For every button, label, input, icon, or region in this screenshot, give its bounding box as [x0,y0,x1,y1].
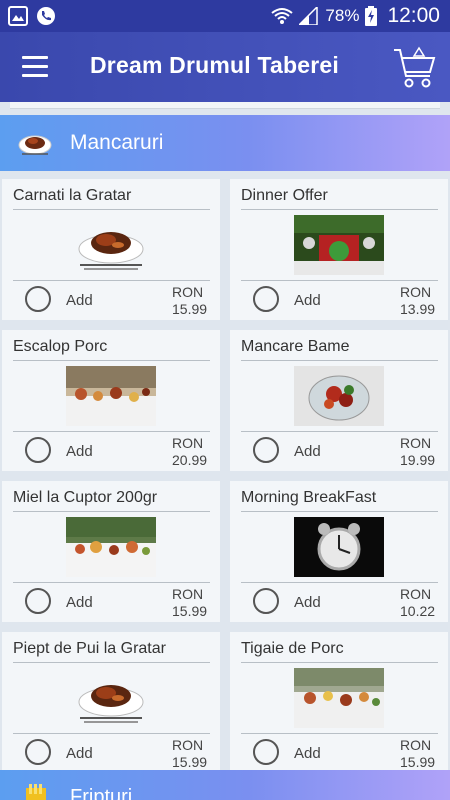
alarm-clock-image[interactable] [294,517,384,577]
select-checkbox[interactable] [253,437,279,463]
add-label[interactable]: Add [66,594,93,611]
product-name: Tigaie de Porc [241,640,438,663]
add-label[interactable]: Add [66,292,93,309]
category-header[interactable]: Fripturi [0,770,450,800]
product-name: Miel la Cuptor 200gr [13,489,210,512]
currency-label: RON [172,586,204,602]
product-grid: Carnati la Gratar Add RON 15.99 Dinner O… [0,171,450,773]
category-title: Fripturi [70,786,133,800]
phone-icon [37,7,55,25]
product-name: Dinner Offer [241,187,438,210]
product-card: Carnati la Gratar Add RON 15.99 [2,179,220,320]
currency-label: RON [172,284,204,300]
plate-icon [18,135,52,155]
product-card: Morning BreakFast Add RON 10.22 [230,481,448,622]
buffet-image[interactable] [294,668,384,728]
app-title: Dream Drumul Taberei [90,52,339,78]
select-checkbox[interactable] [253,286,279,312]
currency-label: RON [172,435,204,451]
select-checkbox[interactable] [253,588,279,614]
price-value: 20.99 [172,452,208,468]
product-card: Mancare Bame Add RON 19.99 [230,330,448,471]
battery-charging-icon [365,6,378,26]
wifi-icon [271,8,294,24]
add-label[interactable]: Add [66,745,93,762]
product-card: Piept de Pui la Gratar Add RON 15.99 [2,632,220,773]
add-label[interactable]: Add [66,443,93,460]
add-label[interactable]: Add [294,745,321,762]
notification-icons [8,6,56,26]
select-checkbox[interactable] [25,286,51,312]
price-value: 19.99 [400,452,436,468]
price-value: 13.99 [400,301,436,317]
select-checkbox[interactable] [25,739,51,765]
price-value: 15.99 [172,301,208,317]
menu-list[interactable]: Mancaruri Carnati la Gratar Add RON 15.9… [0,102,450,800]
select-checkbox[interactable] [25,437,51,463]
product-card: Escalop Porc Add RON 20.99 [2,330,220,471]
signal-icon [299,7,319,25]
price-value: 10.22 [400,603,436,619]
category-header[interactable]: Mancaruri [0,115,450,171]
price-value: 15.99 [400,754,436,770]
buffet-image[interactable] [66,366,156,426]
add-label[interactable]: Add [294,443,321,460]
currency-label: RON [400,284,432,300]
fries-icon [26,784,46,800]
restaurant-photo-image[interactable] [294,215,384,275]
app-toolbar: Dream Drumul Taberei [0,32,450,102]
previous-section-edge [10,102,440,109]
currency-label: RON [400,586,432,602]
currency-label: RON [400,737,432,753]
product-card: Tigaie de Porc Add RON 15.99 [230,632,448,773]
add-label[interactable]: Add [294,594,321,611]
plate-image[interactable] [66,215,156,275]
product-name: Morning BreakFast [241,489,438,512]
shopping-cart-icon[interactable] [392,44,436,90]
price-value: 15.99 [172,754,208,770]
gallery-icon [8,6,28,26]
product-name: Carnati la Gratar [13,187,210,210]
clock: 12:00 [387,4,440,27]
status-bar: 78% 12:00 [0,0,450,32]
product-card: Dinner Offer Add RON 13.99 [230,179,448,320]
select-checkbox[interactable] [253,739,279,765]
price-value: 15.99 [172,603,208,619]
product-card: Miel la Cuptor 200gr Add RON 15.99 [2,481,220,622]
add-label[interactable]: Add [294,292,321,309]
battery-percent: 78% [325,6,360,25]
plate-image[interactable] [66,668,156,728]
product-name: Escalop Porc [13,338,210,361]
category-title: Mancaruri [70,131,164,154]
currency-label: RON [172,737,204,753]
currency-label: RON [400,435,432,451]
menu-icon[interactable] [22,56,48,78]
buffet-image[interactable] [66,517,156,577]
select-checkbox[interactable] [25,588,51,614]
product-name: Piept de Pui la Gratar [13,640,210,663]
salad-bowl-image[interactable] [294,366,384,426]
product-name: Mancare Bame [241,338,438,361]
